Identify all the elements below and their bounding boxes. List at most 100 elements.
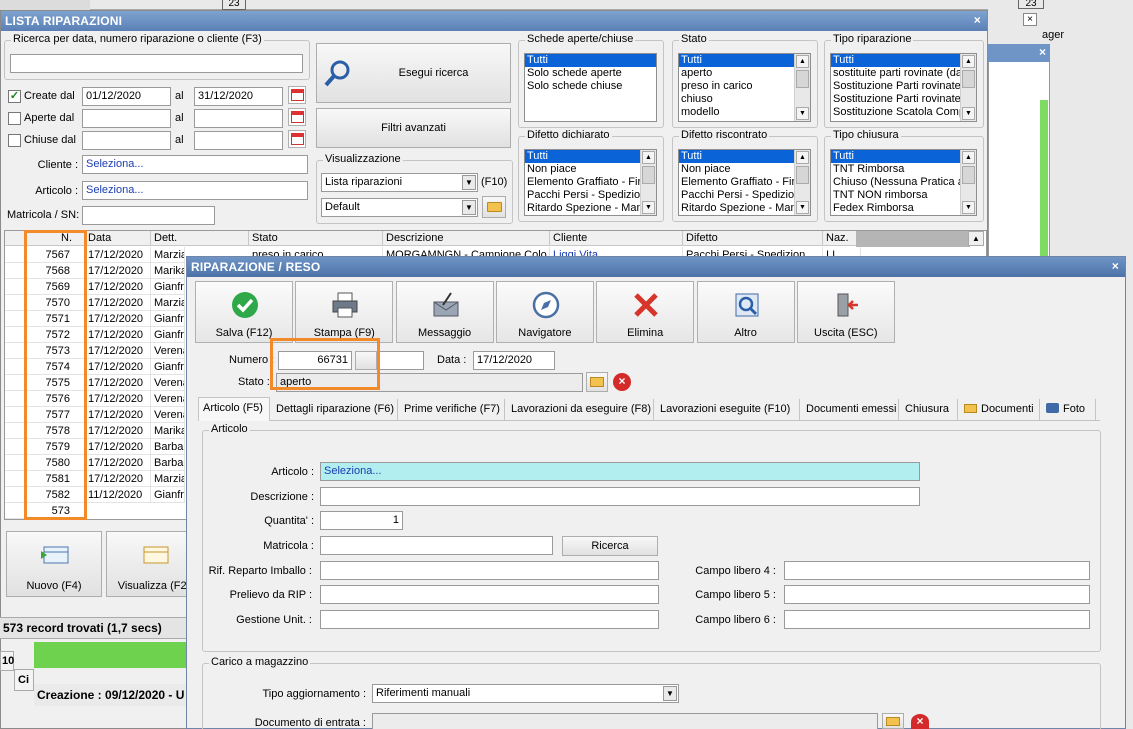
listbox-scrollbar[interactable]: ▲ ▼ — [640, 150, 656, 215]
table-header-5[interactable]: Cliente — [550, 231, 683, 246]
view-select[interactable]: Lista riparazioni ▼ — [321, 173, 478, 192]
aperte-checkbox[interactable] — [8, 112, 21, 125]
tab-3[interactable]: Lavorazioni da eseguire (F8) — [507, 399, 654, 421]
listbox-0[interactable]: Tutti Solo schede aperte Solo schede chius… — [524, 53, 657, 122]
listbox-item[interactable]: TNT Rimborsa — [831, 163, 976, 176]
chevron-down-icon[interactable]: ▼ — [462, 200, 476, 215]
matricola-input[interactable] — [320, 536, 553, 555]
listbox-scrollbar[interactable]: ▲ ▼ — [794, 150, 810, 215]
chevron-down-icon[interactable]: ▼ — [462, 175, 476, 190]
prelievo-input[interactable] — [320, 585, 659, 604]
elimina-button[interactable]: Elimina — [596, 281, 695, 343]
listbox-item[interactable]: Tutti — [831, 150, 976, 163]
listbox-5[interactable]: Tutti TNT Rimborsa Chiuso (Nessuna Pratica… — [830, 149, 977, 216]
listbox-item[interactable]: Solo schede aperte — [525, 67, 656, 80]
listbox-item[interactable]: Sostituzione Parti rovinate — [831, 80, 976, 93]
chiuse-to-input[interactable] — [194, 131, 283, 150]
rif-reparto-input[interactable] — [320, 561, 659, 580]
chevron-up-icon[interactable]: ▲ — [642, 151, 655, 164]
stato-clear-icon[interactable]: × — [613, 373, 631, 391]
reso-close-button[interactable]: × — [1112, 259, 1119, 273]
listbox-item[interactable]: modello — [679, 106, 810, 119]
listbox-item[interactable]: Sostituzione Scatola Compl — [831, 106, 976, 119]
listbox-2[interactable]: Tutti sostituite parti rovinate (da Sostit… — [830, 53, 977, 122]
listbox-item[interactable]: sostituite parti rovinate (da — [831, 67, 976, 80]
scroll-thumb[interactable] — [962, 70, 975, 88]
listbox-item[interactable]: Solo schede chiuse — [525, 80, 656, 93]
listbox-item[interactable]: Tutti — [679, 150, 810, 163]
listbox-3[interactable]: Tutti Non piace Elemento Graffiato - Fir Pa… — [524, 149, 657, 216]
matricola-filter-input[interactable] — [82, 206, 215, 225]
listbox-item[interactable]: chiuso — [679, 93, 810, 106]
listbox-item[interactable]: Pacchi Persi - Spedizion — [679, 189, 810, 202]
campo-libero-5-input[interactable] — [784, 585, 1090, 604]
table-scroll-up[interactable]: ▲ — [968, 231, 984, 246]
data-input[interactable]: 17/12/2020 — [473, 351, 555, 370]
create-from-input[interactable]: 01/12/2020 — [82, 87, 171, 106]
tab-6[interactable]: Chiusura — [901, 399, 958, 421]
quantita-input[interactable]: 1 — [320, 511, 403, 530]
documento-clear-icon[interactable]: × — [911, 714, 929, 729]
table-header-1[interactable]: Data — [85, 231, 151, 246]
background-close-box[interactable]: × — [1023, 13, 1037, 26]
aperte-calendar-icon[interactable] — [288, 108, 306, 126]
listbox-item[interactable]: Ritardo Spezione - Mane — [525, 202, 656, 215]
cliente-input[interactable]: Seleziona... — [82, 155, 308, 174]
listbox-item[interactable]: Chiuso (Nessuna Pratica ap — [831, 176, 976, 189]
lista-close-button[interactable]: × — [974, 13, 981, 27]
listbox-item[interactable]: Non piace — [679, 163, 810, 176]
folder-button[interactable] — [482, 196, 506, 218]
messaggio-button[interactable]: Messaggio — [395, 281, 494, 343]
descrizione-input[interactable] — [320, 487, 920, 506]
scroll-thumb[interactable] — [962, 166, 975, 184]
altro-button[interactable]: Altro — [696, 281, 795, 343]
listbox-item[interactable]: aperto — [679, 67, 810, 80]
listbox-scrollbar[interactable]: ▲ ▼ — [960, 150, 976, 215]
stampa-button[interactable]: Stampa (F9) — [295, 281, 394, 343]
ricerca-button[interactable]: Ricerca — [562, 536, 658, 556]
tab-fragment[interactable]: 10 — [0, 651, 14, 671]
scroll-thumb[interactable] — [796, 70, 809, 88]
listbox-item[interactable]: Non piace — [525, 163, 656, 176]
tipo-aggiornamento-select[interactable]: Riferimenti manuali ▼ — [372, 684, 679, 703]
listbox-item[interactable]: Tutti — [525, 150, 656, 163]
listbox-1[interactable]: Tutti aperto preso in carico chiuso modello ▲… — [678, 53, 811, 122]
table-header-4[interactable]: Descrizione — [383, 231, 550, 246]
chevron-down-icon[interactable]: ▼ — [962, 107, 975, 120]
table-header-6[interactable]: Difetto — [683, 231, 823, 246]
chiuse-checkbox[interactable] — [8, 134, 21, 147]
tab-1[interactable]: Dettagli riparazione (F6) — [272, 399, 398, 421]
numero-suffix-input[interactable] — [379, 351, 424, 370]
tab-7[interactable]: Documenti — [960, 399, 1040, 421]
listbox-4[interactable]: Tutti Non piace Elemento Graffiato - Fir Pa… — [678, 149, 811, 216]
listbox-item[interactable]: Sostituzione Parti rovinate — [831, 93, 976, 106]
tab-2[interactable]: Prime verifiche (F7) — [400, 399, 505, 421]
chevron-up-icon[interactable]: ▲ — [962, 151, 975, 164]
chevron-down-icon[interactable]: ▼ — [663, 686, 677, 701]
uscita-button[interactable]: Uscita (ESC) — [796, 281, 895, 343]
stato-folder-button[interactable] — [586, 372, 608, 392]
chevron-down-icon[interactable]: ▼ — [962, 201, 975, 214]
chevron-down-icon[interactable]: ▼ — [796, 201, 809, 214]
chevron-up-icon[interactable]: ▲ — [796, 55, 809, 68]
listbox-item[interactable]: Tutti — [679, 54, 810, 67]
listbox-item[interactable]: Fedex Rimborsa — [831, 202, 976, 215]
gestione-input[interactable] — [320, 610, 659, 629]
aperte-to-input[interactable] — [194, 109, 283, 128]
navigatore-button[interactable]: Navigatore — [495, 281, 594, 343]
chevron-down-icon[interactable]: ▼ — [796, 107, 809, 120]
default-select[interactable]: Default ▼ — [321, 198, 478, 217]
create-calendar-icon[interactable] — [288, 86, 306, 104]
listbox-item[interactable]: Ritardo Spezione - Mane — [679, 202, 810, 215]
listbox-item[interactable]: Elemento Graffiato - Fir — [679, 176, 810, 189]
scroll-thumb[interactable] — [642, 166, 655, 184]
listbox-item[interactable]: preso in carico — [679, 80, 810, 93]
campo-libero-4-input[interactable] — [784, 561, 1090, 580]
create-to-input[interactable]: 31/12/2020 — [194, 87, 283, 106]
create-checkbox[interactable]: ✓ — [8, 90, 21, 103]
filtri-avanzati-button[interactable]: Filtri avanzati — [316, 108, 511, 148]
chevron-up-icon[interactable]: ▲ — [796, 151, 809, 164]
articolo-filter-input[interactable]: Seleziona... — [82, 181, 308, 200]
tab-5[interactable]: Documenti emessi — [802, 399, 899, 421]
listbox-scrollbar[interactable]: ▲ ▼ — [794, 54, 810, 121]
